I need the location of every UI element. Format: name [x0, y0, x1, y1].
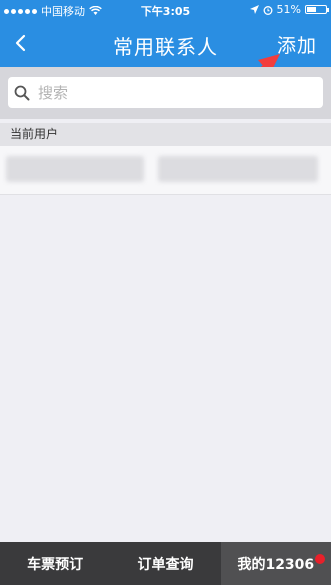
battery-fill — [307, 7, 317, 12]
battery-icon — [305, 5, 329, 14]
tab-bar: 车票预订 订单查询 我的12306 — [0, 542, 331, 585]
alarm-icon — [263, 5, 272, 15]
nav-bar: 常用联系人 添加 — [0, 20, 331, 67]
search-icon — [14, 85, 30, 100]
tab-my-12306[interactable]: 我的12306 — [220, 542, 331, 585]
tab-order-query[interactable]: 订单查询 — [110, 542, 220, 585]
current-user-row[interactable] — [0, 146, 331, 195]
status-right: 51% — [249, 3, 329, 16]
tab-label: 车票预订 — [27, 556, 84, 573]
section-header: 当前用户 — [0, 123, 331, 146]
status-bar: 中国移动 下午3:05 51% — [0, 0, 331, 20]
redacted-id — [158, 156, 318, 182]
add-contact-button[interactable]: 添加 — [277, 31, 317, 58]
search-field[interactable] — [8, 77, 323, 108]
location-icon — [249, 5, 259, 14]
search-bar — [0, 67, 331, 119]
search-input[interactable] — [38, 83, 308, 102]
notification-dot — [314, 554, 325, 564]
redacted-name — [6, 156, 144, 182]
tab-label: 我的12306 — [237, 556, 315, 573]
tab-label: 订单查询 — [137, 556, 194, 573]
tab-ticket-booking[interactable]: 车票预订 — [0, 542, 110, 585]
battery-percent: 51% — [276, 3, 301, 16]
